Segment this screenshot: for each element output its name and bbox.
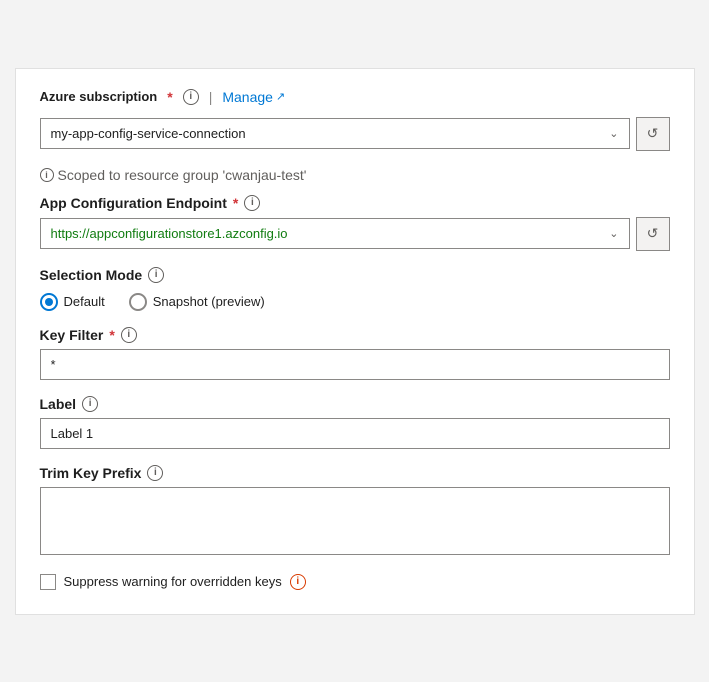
app-config-endpoint-refresh-button[interactable]: ↺ — [636, 217, 670, 251]
radio-snapshot-outer — [129, 293, 147, 311]
key-filter-input[interactable] — [40, 349, 670, 380]
trim-key-prefix-field: Trim Key Prefix i — [40, 465, 670, 558]
app-config-endpoint-label: App Configuration Endpoint — [40, 195, 227, 211]
chevron-down-icon: ⌄ — [609, 127, 618, 140]
app-config-endpoint-label-row: App Configuration Endpoint * i — [40, 195, 670, 211]
radio-default-outer — [40, 293, 58, 311]
label-label-row: Label i — [40, 396, 670, 412]
required-marker: * — [167, 89, 172, 105]
main-container: Azure subscription * i | Manage ↗ my-app… — [15, 68, 695, 615]
suppress-warning-label: Suppress warning for overridden keys — [64, 574, 282, 589]
trim-key-prefix-label-row: Trim Key Prefix i — [40, 465, 670, 481]
key-filter-label: Key Filter — [40, 327, 104, 343]
radio-snapshot-label: Snapshot (preview) — [153, 294, 265, 309]
selection-mode-label-row: Selection Mode i — [40, 267, 670, 283]
suppress-warning-row: Suppress warning for overridden keys i — [40, 574, 670, 590]
radio-option-snapshot[interactable]: Snapshot (preview) — [129, 293, 265, 311]
label-field: Label i — [40, 396, 670, 449]
manage-link[interactable]: Manage ↗ — [222, 89, 285, 105]
app-config-required-marker: * — [233, 195, 238, 211]
scope-note: i Scoped to resource group 'cwanjau-test… — [40, 167, 670, 183]
azure-subscription-info-icon[interactable]: i — [183, 89, 199, 105]
app-config-endpoint-dropdown[interactable]: https://appconfigurationstore1.azconfig.… — [40, 218, 630, 249]
suppress-warning-checkbox[interactable] — [40, 574, 56, 590]
app-config-endpoint-dropdown-row: https://appconfigurationstore1.azconfig.… — [40, 217, 670, 251]
key-filter-label-row: Key Filter * i — [40, 327, 670, 343]
subscription-dropdown[interactable]: my-app-config-service-connection ⌄ — [40, 118, 630, 149]
key-filter-info-icon[interactable]: i — [121, 327, 137, 343]
selection-mode-label: Selection Mode — [40, 267, 143, 283]
subscription-refresh-button[interactable]: ↺ — [636, 117, 670, 151]
key-filter-required-marker: * — [109, 327, 114, 343]
selection-mode-field: Selection Mode i Default Snapshot (previ… — [40, 267, 670, 311]
azure-subscription-header: Azure subscription * i | Manage ↗ — [40, 89, 670, 105]
selection-mode-info-icon[interactable]: i — [148, 267, 164, 283]
trim-key-prefix-label: Trim Key Prefix — [40, 465, 142, 481]
scope-info-icon: i — [40, 168, 54, 182]
external-link-icon: ↗ — [276, 90, 285, 103]
label-label: Label — [40, 396, 77, 412]
suppress-warning-info-icon[interactable]: i — [290, 574, 306, 590]
divider: | — [209, 89, 213, 105]
selection-mode-radio-group: Default Snapshot (preview) — [40, 293, 670, 311]
scope-note-text: Scoped to resource group 'cwanjau-test' — [58, 167, 307, 183]
subscription-field: my-app-config-service-connection ⌄ ↺ — [40, 117, 670, 151]
app-config-endpoint-info-icon[interactable]: i — [244, 195, 260, 211]
label-input[interactable] — [40, 418, 670, 449]
label-info-icon[interactable]: i — [82, 396, 98, 412]
app-config-endpoint-value: https://appconfigurationstore1.azconfig.… — [51, 226, 288, 241]
manage-label: Manage — [222, 89, 273, 105]
subscription-value: my-app-config-service-connection — [51, 126, 246, 141]
app-config-endpoint-field: App Configuration Endpoint * i https://a… — [40, 195, 670, 251]
trim-key-prefix-info-icon[interactable]: i — [147, 465, 163, 481]
radio-option-default[interactable]: Default — [40, 293, 105, 311]
app-config-chevron-icon: ⌄ — [609, 227, 618, 240]
key-filter-field: Key Filter * i — [40, 327, 670, 380]
radio-default-label: Default — [64, 294, 105, 309]
trim-key-prefix-textarea[interactable] — [40, 487, 670, 555]
azure-subscription-label: Azure subscription — [40, 89, 158, 104]
radio-default-inner — [45, 298, 53, 306]
